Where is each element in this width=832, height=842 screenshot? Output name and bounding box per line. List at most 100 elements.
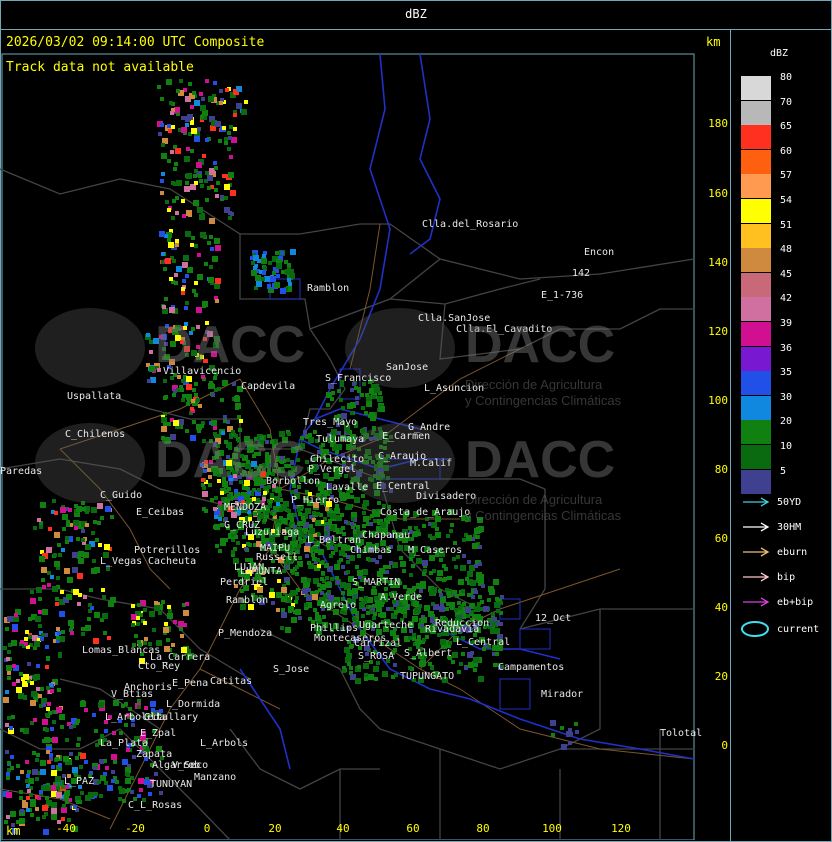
radar-echo [312, 511, 316, 515]
radar-echo [33, 526, 37, 530]
radar-echo [271, 601, 275, 605]
radar-echo [38, 624, 42, 628]
radar-echo [121, 704, 125, 708]
place-label: Catitas [210, 676, 253, 687]
radar-echo [224, 184, 230, 190]
radar-echo [320, 577, 324, 581]
legend-label: 30 [780, 391, 793, 403]
radar-echo [276, 608, 280, 612]
radar-echo [37, 796, 41, 800]
radar-echo [569, 732, 573, 736]
radar-echo [356, 525, 360, 529]
radar-echo [19, 672, 23, 676]
place-label: La_Plata [100, 738, 149, 749]
radar-echo [327, 513, 331, 517]
radar-echo [45, 645, 49, 649]
radar-echo [33, 677, 37, 681]
place-label: V_Btias [111, 689, 154, 700]
track-key-item: 30HM [741, 521, 801, 533]
radar-echo [97, 521, 101, 525]
place-label: Mirador [541, 689, 584, 700]
radar-echo [335, 576, 339, 580]
radar-echo [362, 511, 366, 515]
radar-echo [20, 770, 24, 774]
radar-echo [487, 598, 491, 602]
radar-echo [12, 624, 18, 630]
radar-echo [382, 671, 388, 677]
radar-echo [75, 721, 79, 725]
radar-echo [179, 79, 183, 83]
radar-echo [111, 754, 117, 760]
radar-echo [377, 396, 383, 402]
radar-echo [400, 561, 406, 567]
radar-echo [330, 477, 334, 481]
radar-echo [94, 729, 98, 733]
radar-echo [102, 613, 108, 619]
radar-echo [73, 589, 79, 595]
radar-echo [239, 419, 243, 423]
radar-echo [409, 557, 413, 561]
radar-echo [225, 88, 229, 92]
y-tick-label: 40 [714, 601, 728, 614]
radar-echo [244, 547, 248, 551]
radar-echo [35, 807, 39, 811]
radar-echo [40, 637, 44, 641]
radar-echo [167, 208, 171, 212]
place-label: C_L_Rosas [128, 800, 183, 811]
radar-echo [56, 707, 62, 713]
radar-echo [420, 583, 426, 589]
legend-label: 45 [780, 268, 793, 280]
radar-echo [42, 585, 46, 589]
radar-echo [25, 630, 29, 634]
track-key-label: 50YD [777, 497, 802, 508]
radar-echo [244, 494, 250, 500]
radar-echo [144, 637, 148, 641]
radar-echo [574, 722, 578, 726]
radar-echo [295, 572, 299, 576]
x-tick-label: 40 [336, 822, 350, 835]
radar-echo [161, 172, 165, 176]
radar-echo [435, 527, 439, 531]
radar-echo [167, 124, 171, 128]
radar-echo [185, 123, 189, 127]
radar-echo [270, 494, 274, 498]
radar-echo [386, 607, 390, 611]
radar-echo [46, 686, 50, 690]
radar-echo [78, 553, 82, 557]
radar-echo [65, 795, 69, 799]
radar-echo [285, 627, 291, 633]
place-label: Campamentos [498, 662, 565, 673]
radar-echo [443, 577, 447, 581]
radar-echo [56, 627, 60, 631]
radar-echo [377, 501, 381, 505]
radar-echo [287, 278, 291, 282]
radar-echo [263, 266, 267, 270]
radar-echo [369, 522, 373, 526]
radar-echo [76, 800, 80, 804]
radar-echo [186, 173, 192, 179]
radar-echo [561, 744, 567, 750]
radar-echo [10, 755, 14, 759]
radar-echo [493, 663, 497, 667]
radar-echo [175, 243, 179, 247]
legend-label: 80 [780, 72, 793, 83]
radar-echo [483, 606, 489, 612]
radar-echo [62, 527, 66, 531]
radar-echo [182, 279, 186, 283]
radar-echo [182, 214, 186, 218]
radar-echo [194, 136, 200, 142]
radar-echo [55, 757, 59, 761]
radar-echo [355, 401, 359, 405]
radar-echo [398, 607, 404, 613]
radar-echo [281, 270, 285, 274]
radar-echo [76, 537, 80, 541]
radar-echo [60, 507, 66, 513]
radar-echo [22, 802, 28, 808]
radar-echo [285, 565, 289, 569]
radar-echo [194, 181, 198, 185]
radar-echo [160, 191, 164, 195]
radar-echo [261, 258, 267, 264]
radar-echo [295, 596, 299, 600]
radar-echo [355, 611, 359, 615]
radar-echo [53, 553, 57, 557]
